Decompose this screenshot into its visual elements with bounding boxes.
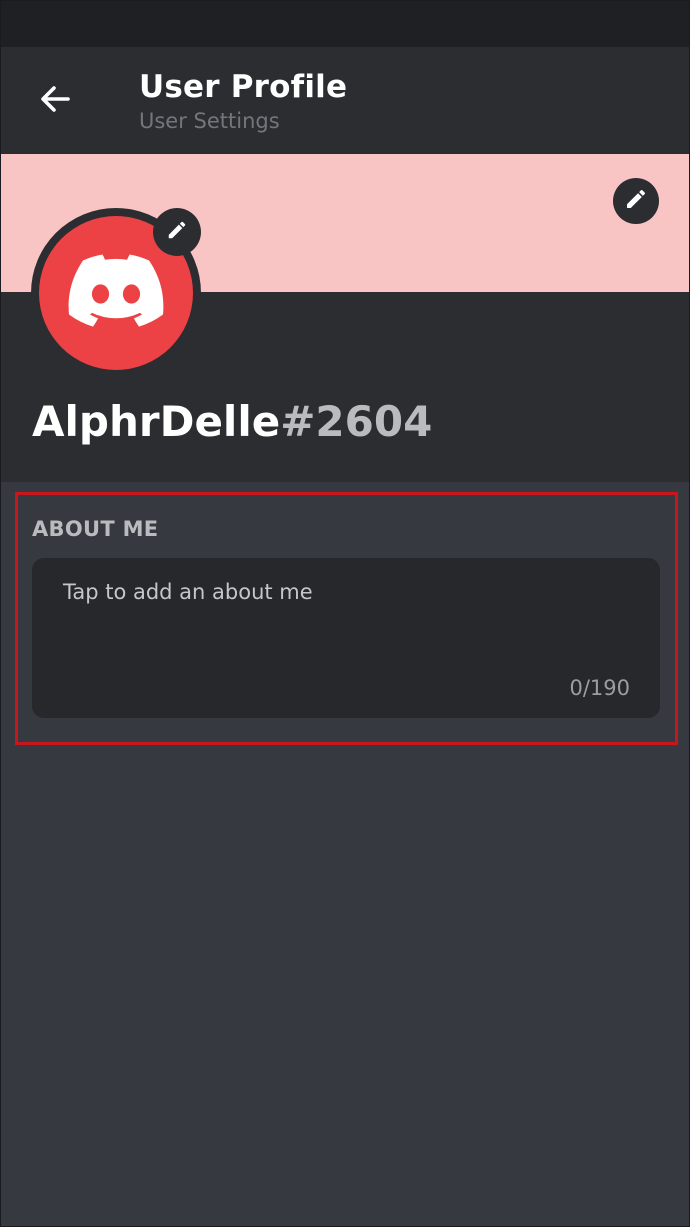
pencil-icon xyxy=(624,187,648,215)
arrow-left-icon xyxy=(38,82,72,120)
status-bar xyxy=(1,1,689,47)
discord-logo-icon xyxy=(68,254,164,332)
edit-avatar-button[interactable] xyxy=(153,208,201,256)
about-me-section: ABOUT ME Tap to add an about me 0/190 xyxy=(15,492,678,745)
page-title: User Profile xyxy=(139,69,348,105)
app-screen: User Profile User Settings AlphrDelle#26… xyxy=(0,0,690,1227)
edit-avatar-badge xyxy=(155,210,199,254)
user-tag: AlphrDelle#2604 xyxy=(32,397,432,446)
back-button[interactable] xyxy=(31,77,79,125)
about-me-input[interactable]: Tap to add an about me 0/190 xyxy=(32,558,660,718)
discriminator: #2604 xyxy=(280,397,433,446)
username: AlphrDelle xyxy=(32,397,281,446)
edit-banner-button[interactable] xyxy=(613,178,659,224)
about-me-placeholder: Tap to add an about me xyxy=(63,580,313,604)
pencil-icon xyxy=(166,219,188,245)
character-counter: 0/190 xyxy=(569,676,630,700)
page-subtitle: User Settings xyxy=(139,109,280,133)
app-header: User Profile User Settings xyxy=(1,47,689,154)
about-me-heading: ABOUT ME xyxy=(32,517,159,541)
